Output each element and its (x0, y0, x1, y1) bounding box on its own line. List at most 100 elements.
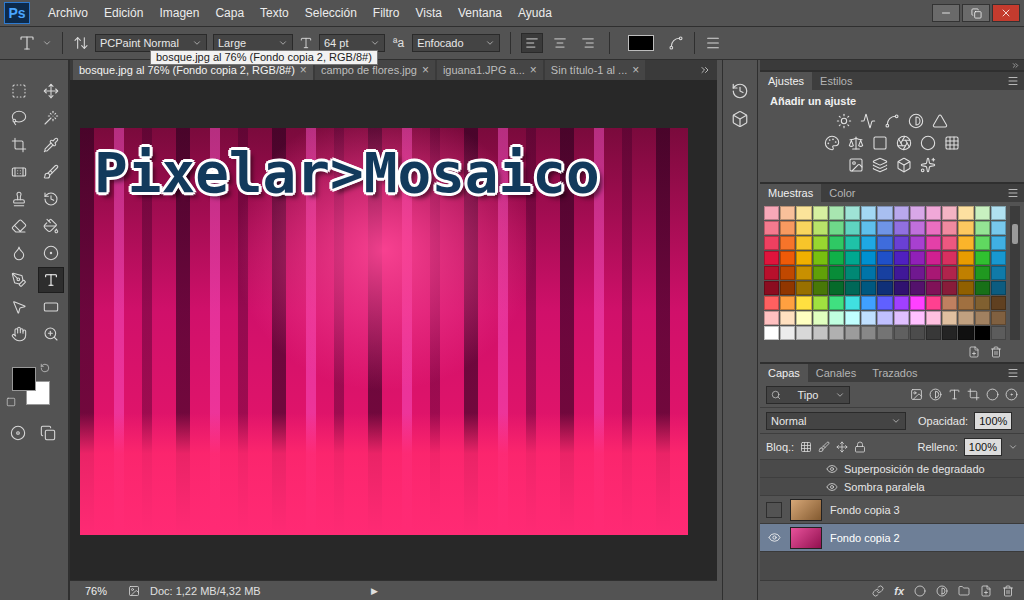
tab-close[interactable]: × (300, 63, 307, 77)
new-layer-icon[interactable] (980, 585, 992, 597)
menu-item[interactable]: Imagen (151, 4, 207, 22)
history-panel-icon[interactable] (731, 82, 749, 100)
tool-button[interactable] (6, 186, 32, 212)
swatch[interactable] (894, 221, 909, 235)
adjustment-button[interactable] (919, 156, 937, 174)
swatch[interactable] (764, 311, 779, 325)
fill-field[interactable]: 100% (964, 438, 1002, 456)
hue-saturation-icon[interactable] (824, 135, 840, 151)
eraser-tool-icon[interactable] (11, 218, 27, 234)
menu-item[interactable]: Texto (252, 4, 297, 22)
swatch[interactable] (975, 236, 990, 250)
search-icon[interactable] (771, 390, 781, 400)
swatch[interactable] (975, 221, 990, 235)
preset-dropdown-icon[interactable] (42, 38, 52, 48)
panel-tab[interactable]: Trazados (864, 364, 925, 382)
new-adjustment-icon[interactable] (936, 585, 948, 597)
swatch[interactable] (877, 266, 892, 280)
swatch[interactable] (958, 281, 973, 295)
swatch[interactable] (861, 311, 876, 325)
visibility-toggle[interactable] (766, 530, 782, 546)
swatch[interactable] (975, 281, 990, 295)
swatch[interactable] (926, 281, 941, 295)
swatch[interactable] (829, 326, 844, 340)
foreground-color[interactable] (12, 367, 36, 391)
swatch[interactable] (942, 251, 957, 265)
swatch[interactable] (910, 251, 925, 265)
adjustment-button[interactable] (931, 112, 949, 130)
tool-button[interactable] (38, 267, 64, 293)
curves-icon[interactable] (884, 113, 900, 129)
paint-bucket-tool-icon[interactable] (43, 218, 59, 234)
swatch[interactable] (829, 251, 844, 265)
dropdown-icon[interactable] (278, 38, 288, 48)
layer-row[interactable]: Fondo copia 3 (760, 496, 1024, 524)
menu-item[interactable]: Ventana (450, 4, 510, 22)
swatch[interactable] (813, 311, 828, 325)
eye-icon[interactable] (768, 531, 781, 544)
swatch[interactable] (894, 266, 909, 280)
adjustment-button[interactable] (847, 156, 865, 174)
tool-button[interactable] (38, 213, 64, 239)
swatch[interactable] (958, 236, 973, 250)
swatch[interactable] (780, 281, 795, 295)
swatch[interactable] (764, 296, 779, 310)
swatch[interactable] (958, 251, 973, 265)
status-menu-arrow[interactable]: ▶ (371, 586, 378, 596)
adjustment-button[interactable] (907, 112, 925, 130)
swatch[interactable] (910, 236, 925, 250)
delete-layer-icon[interactable] (1002, 585, 1014, 597)
swatch[interactable] (975, 266, 990, 280)
swatch[interactable] (764, 266, 779, 280)
swatch[interactable] (910, 221, 925, 235)
swatch[interactable] (975, 296, 990, 310)
menu-item[interactable]: Edición (96, 4, 151, 22)
adjustment-filter-icon[interactable] (929, 388, 942, 401)
swatch[interactable] (845, 311, 860, 325)
add-mask-icon[interactable] (914, 585, 926, 597)
posterize-icon[interactable] (872, 157, 888, 173)
threshold-icon[interactable] (896, 157, 912, 173)
text-color-swatch[interactable] (628, 35, 654, 51)
swatch[interactable] (845, 206, 860, 220)
swatch[interactable] (796, 311, 811, 325)
tool-button[interactable] (38, 294, 64, 320)
tool-button[interactable] (38, 78, 64, 104)
collapse-icon[interactable] (1011, 61, 1020, 70)
align-button[interactable] (549, 33, 571, 53)
swatch[interactable] (796, 251, 811, 265)
swatch[interactable] (975, 311, 990, 325)
align-left-icon[interactable] (525, 36, 539, 50)
swatch[interactable] (764, 251, 779, 265)
swatch[interactable] (764, 236, 779, 250)
swatch[interactable] (958, 326, 973, 340)
channel-mixer-icon[interactable] (920, 135, 936, 151)
canvas-image[interactable]: Pixelar>Mosaico (80, 128, 688, 535)
swatch[interactable] (877, 206, 892, 220)
tool-button[interactable] (6, 267, 32, 293)
proof-icon[interactable] (128, 585, 140, 597)
swatch[interactable] (780, 326, 795, 340)
exposure-icon[interactable] (908, 113, 924, 129)
swatch[interactable] (780, 221, 795, 235)
swatch[interactable] (813, 236, 828, 250)
swatch[interactable] (991, 206, 1006, 220)
character-panel-icon[interactable] (705, 35, 721, 51)
type-preset-icon[interactable] (18, 34, 36, 52)
swatch[interactable] (861, 251, 876, 265)
crop-tool-icon[interactable] (11, 137, 27, 153)
swatch[interactable] (796, 266, 811, 280)
tool-button[interactable] (6, 213, 32, 239)
swatch[interactable] (991, 266, 1006, 280)
swatch[interactable] (877, 236, 892, 250)
blur-tool-icon[interactable] (11, 245, 27, 261)
black-white-icon[interactable] (872, 135, 888, 151)
swatch[interactable] (877, 281, 892, 295)
lock-position-icon[interactable] (836, 441, 848, 453)
3d-panel-icon[interactable] (731, 110, 749, 128)
swatch[interactable] (861, 281, 876, 295)
visibility-toggle[interactable] (766, 502, 782, 518)
menu-item[interactable]: Vista (407, 4, 449, 22)
swatch[interactable] (813, 296, 828, 310)
dodge-tool-icon[interactable] (43, 245, 59, 261)
